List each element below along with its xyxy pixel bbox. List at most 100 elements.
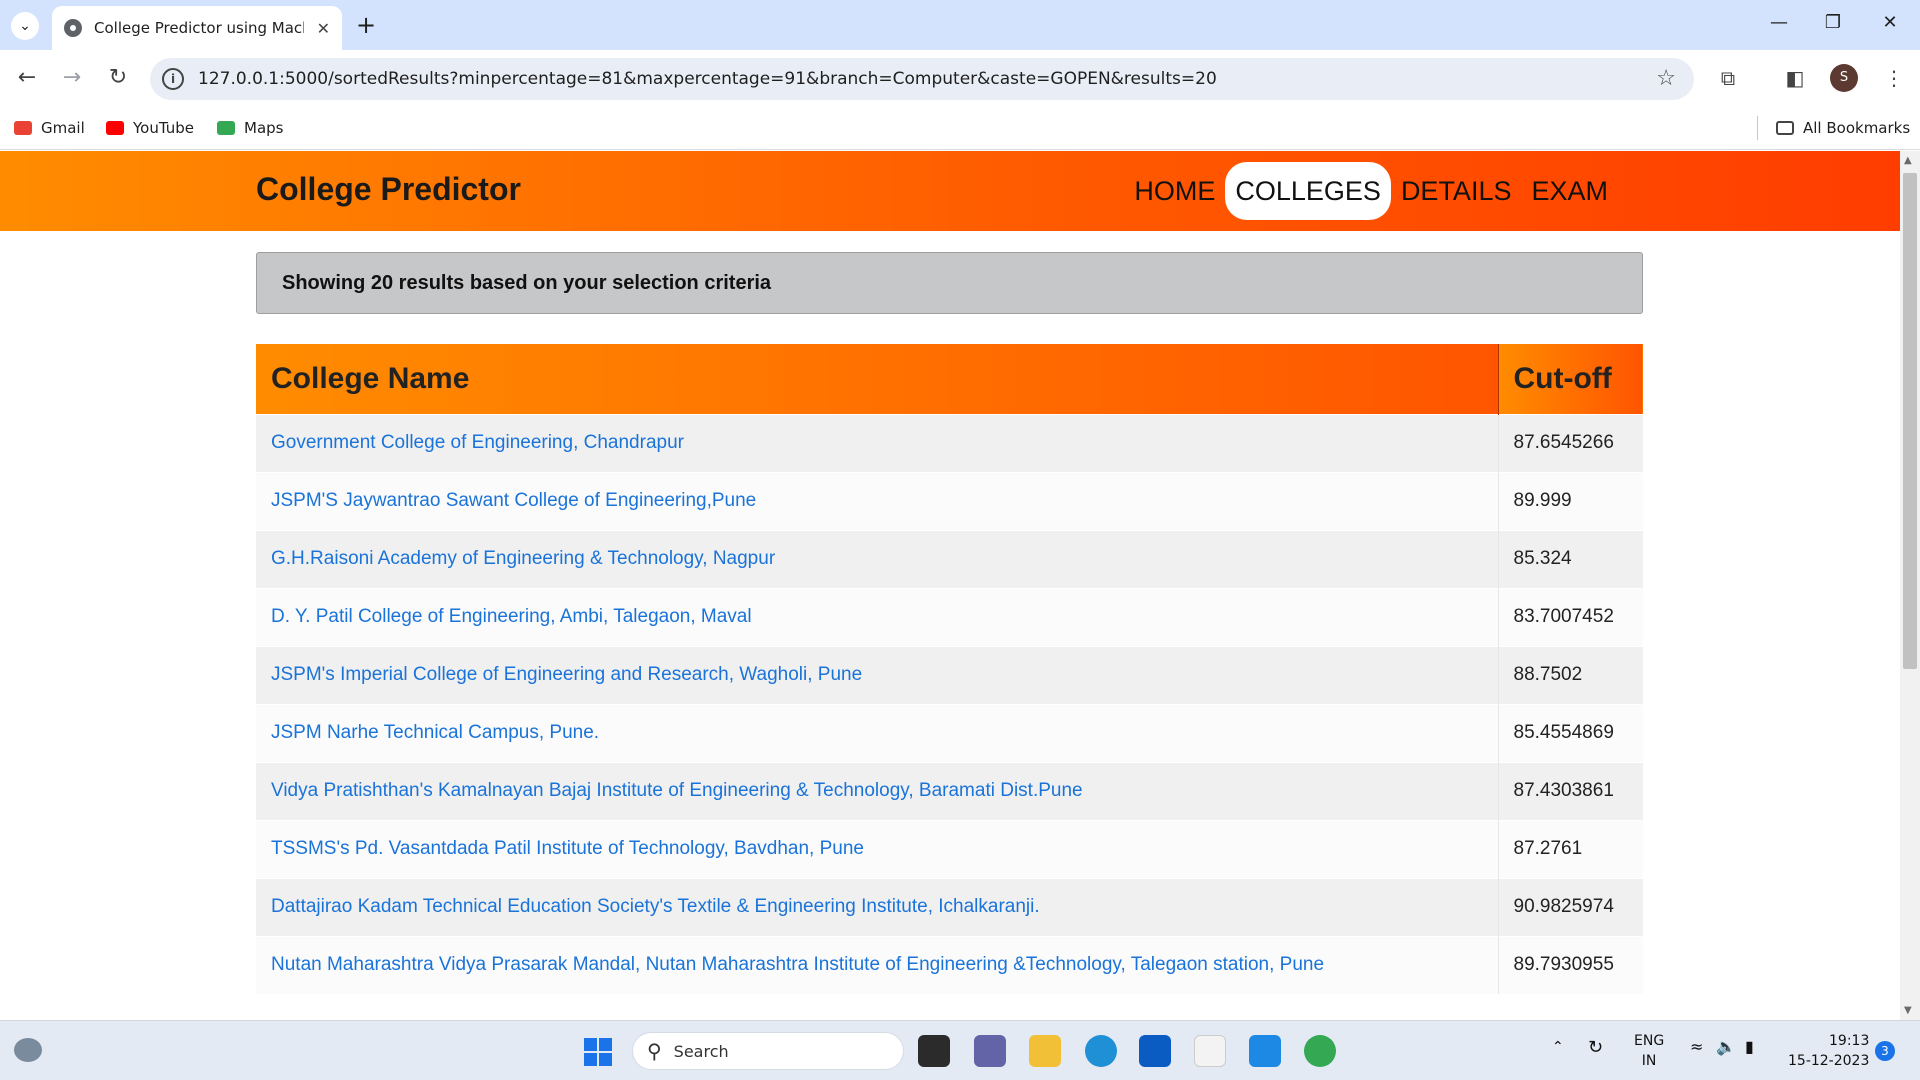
close-window-button[interactable]: ✕	[1875, 12, 1905, 38]
browser-toolbar: ← → ↻ i 127.0.0.1:5000/sortedResults?min…	[0, 50, 1920, 108]
bookmark-label: Maps	[244, 119, 284, 137]
scroll-up-arrow-icon[interactable]: ▲	[1904, 155, 1912, 166]
edge-icon[interactable]	[1085, 1035, 1117, 1067]
college-name-link[interactable]: JSPM'S Jaywantrao Sawant College of Engi…	[256, 471, 1498, 530]
cutoff-value: 85.324	[1497, 529, 1643, 588]
cutoff-value: 87.6545266	[1497, 413, 1643, 472]
profile-avatar[interactable]: S	[1830, 64, 1858, 92]
extensions-icon[interactable]: ⧉	[1714, 66, 1742, 94]
table-row: TSSMS's Pd. Vasantdada Patil Institute o…	[256, 819, 1643, 878]
wifi-icon[interactable]: ≈	[1690, 1037, 1703, 1056]
college-name-link[interactable]: TSSMS's Pd. Vasantdada Patil Institute o…	[256, 819, 1498, 878]
active-tab[interactable]: College Predictor using Machin ✕	[52, 6, 342, 50]
tray-overflow-icon[interactable]: ⌃	[1552, 1039, 1564, 1055]
store-icon[interactable]	[1139, 1035, 1171, 1067]
table-row: D. Y. Patil College of Engineering, Ambi…	[256, 587, 1643, 646]
file-explorer-icon[interactable]	[1029, 1035, 1061, 1067]
table-row: Dattajirao Kadam Technical Education Soc…	[256, 877, 1643, 936]
bookmark-label: Gmail	[41, 119, 85, 137]
bookmark-youtube[interactable]: YouTube	[106, 119, 194, 137]
amazon-icon[interactable]	[1194, 1035, 1226, 1067]
gmail-icon	[14, 121, 32, 135]
cutoff-header: Cut-off	[1497, 344, 1643, 414]
back-button[interactable]: ←	[12, 64, 42, 94]
scroll-thumb[interactable]	[1903, 173, 1917, 669]
bookmark-star-icon[interactable]: ☆	[1656, 66, 1676, 91]
taskbar-search[interactable]: ⚲ Search	[632, 1032, 904, 1070]
nav-home[interactable]: HOME	[1124, 162, 1225, 220]
task-view-icon[interactable]	[918, 1035, 950, 1067]
results-table: College Name Cut-off Government College …	[256, 344, 1643, 994]
table-row: Nutan Maharashtra Vidya Prasarak Mandal,…	[256, 935, 1643, 994]
college-name-link[interactable]: JSPM's Imperial College of Engineering a…	[256, 645, 1498, 704]
table-row: G.H.Raisoni Academy of Engineering & Tec…	[256, 529, 1643, 588]
all-bookmarks[interactable]: All Bookmarks	[1776, 119, 1910, 137]
cutoff-value: 89.7930955	[1497, 935, 1643, 994]
language-indicator[interactable]: ENG IN	[1634, 1031, 1664, 1071]
clock[interactable]: 19:13 15-12-2023	[1788, 1031, 1869, 1071]
search-icon: ⚲	[647, 1039, 662, 1063]
college-name-link[interactable]: G.H.Raisoni Academy of Engineering & Tec…	[256, 529, 1498, 588]
site-info-icon[interactable]: i	[162, 68, 184, 90]
table-row: JSPM's Imperial College of Engineering a…	[256, 645, 1643, 704]
bookmark-gmail[interactable]: Gmail	[14, 119, 85, 137]
menu-kebab-icon[interactable]: ⋮	[1880, 66, 1908, 94]
notification-badge[interactable]: 3	[1875, 1041, 1895, 1061]
cutoff-value: 87.2761	[1497, 819, 1643, 878]
nav-colleges[interactable]: COLLEGES	[1225, 162, 1391, 220]
bookmark-maps[interactable]: Maps	[217, 119, 283, 137]
table-row: Government College of Engineering, Chand…	[256, 413, 1643, 472]
college-name-link[interactable]: D. Y. Patil College of Engineering, Ambi…	[256, 587, 1498, 646]
all-bookmarks-label: All Bookmarks	[1803, 119, 1911, 137]
nav-details[interactable]: DETAILS	[1391, 162, 1522, 220]
volume-icon[interactable]: 🔈	[1716, 1037, 1736, 1056]
college-name-link[interactable]: Vidya Pratishthan's Kamalnayan Bajaj Ins…	[256, 761, 1498, 820]
sync-icon[interactable]: ↻	[1588, 1037, 1603, 1058]
table-header-row: College Name Cut-off	[256, 344, 1643, 414]
tab-strip: ⌄ College Predictor using Machin ✕ + — ❐…	[0, 0, 1920, 50]
battery-icon[interactable]: ▮	[1745, 1037, 1754, 1056]
maps-icon	[217, 121, 235, 135]
chrome-icon[interactable]	[1304, 1035, 1336, 1067]
bookmarks-bar: Gmail YouTube Maps All Bookmarks	[0, 108, 1920, 150]
new-tab-button[interactable]: +	[352, 12, 380, 40]
address-bar[interactable]: i 127.0.0.1:5000/sortedResults?minpercen…	[150, 58, 1694, 100]
clock-date: 15-12-2023	[1788, 1053, 1870, 1069]
page-viewport: College Predictor HOME COLLEGES DETAILS …	[0, 151, 1900, 1020]
nav-exam[interactable]: EXAM	[1521, 162, 1618, 220]
college-name-link[interactable]: Nutan Maharashtra Vidya Prasarak Mandal,…	[256, 935, 1498, 994]
table-row: JSPM Narhe Technical Campus, Pune. 85.455…	[256, 703, 1643, 762]
site-header: College Predictor HOME COLLEGES DETAILS …	[0, 151, 1900, 231]
tab-search-chevron-icon[interactable]: ⌄	[11, 12, 39, 40]
cutoff-value: 90.9825974	[1497, 877, 1643, 936]
college-name-link[interactable]: JSPM Narhe Technical Campus, Pune.	[256, 703, 1498, 762]
college-name-link[interactable]: Dattajirao Kadam Technical Education Soc…	[256, 877, 1498, 936]
cutoff-value: 88.7502	[1497, 645, 1643, 704]
college-name-header: College Name	[256, 344, 1498, 414]
start-button[interactable]	[584, 1038, 612, 1066]
scroll-down-arrow-icon[interactable]: ▼	[1904, 1005, 1912, 1016]
search-label: Search	[673, 1041, 729, 1061]
forward-button[interactable]: →	[57, 64, 87, 94]
widgets-icon[interactable]	[14, 1038, 42, 1062]
cutoff-value: 83.7007452	[1497, 587, 1643, 646]
cutoff-value: 85.4554869	[1497, 703, 1643, 762]
vscode-icon[interactable]	[1249, 1035, 1281, 1067]
folder-icon	[1776, 121, 1794, 135]
college-name-link[interactable]: Government College of Engineering, Chand…	[256, 413, 1498, 472]
main-nav: HOME COLLEGES DETAILS EXAM	[1124, 162, 1618, 220]
windows-taskbar: ⚲ Search ⌃ ↻ ENG IN ≈ 🔈 ▮ 19:13 15-12-20…	[0, 1020, 1920, 1080]
reload-button[interactable]: ↻	[103, 64, 133, 94]
youtube-icon	[106, 121, 124, 135]
bookmark-label: YouTube	[133, 119, 194, 137]
url-text[interactable]: 127.0.0.1:5000/sortedResults?minpercenta…	[198, 69, 1217, 89]
tab-close-icon[interactable]: ✕	[317, 19, 330, 38]
minimize-button[interactable]: —	[1764, 12, 1794, 38]
teams-icon[interactable]	[974, 1035, 1006, 1067]
side-panel-icon[interactable]: ◧	[1781, 66, 1809, 94]
page-scrollbar[interactable]: ▲ ▼	[1900, 151, 1920, 1020]
results-info-banner: Showing 20 results based on your selecti…	[256, 252, 1643, 314]
cutoff-value: 89.999	[1497, 471, 1643, 530]
site-brand[interactable]: College Predictor	[256, 171, 521, 208]
restore-button[interactable]: ❐	[1818, 12, 1848, 38]
